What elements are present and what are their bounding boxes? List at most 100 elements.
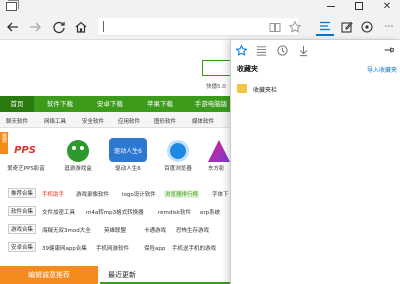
folder-icon [237,84,247,93]
row-link[interactable]: 浏览器排行榜 [164,190,200,198]
web-note-icon [341,21,353,33]
row-link[interactable]: 手机助手 [42,190,64,198]
more-button[interactable]: ⋯ [380,18,398,36]
favorite-button[interactable] [286,18,304,36]
folder-label: 收藏夹栏 [253,87,278,94]
row-link[interactable]: 手机送手机的游戏 [172,244,216,252]
reading-view-button[interactable] [266,18,284,36]
title-bar: ✕ [0,0,400,14]
row-link[interactable]: 手机网游软件 [96,244,129,252]
row-link[interactable]: 海贼无双3mod大全 [42,226,91,234]
nav-home[interactable]: 首页 [0,96,34,112]
home-icon [75,21,87,33]
link-row: 推荐合集 手机助手 游戏录像软件 logo设计软件 浏览器排行榜 字体下 [0,186,232,200]
maximize-button[interactable] [346,0,372,12]
app-label: 驱动人生6 [115,166,141,172]
row-link[interactable]: 游戏录像软件 [76,190,109,198]
link-row: 软件合集 文件加密工具 m4a转mp3格式转换器 remdisk软件 erp系统 [0,204,232,218]
app-dongfang[interactable]: 东方影 [208,140,232,174]
subnav-item[interactable]: 安全软件 [82,117,104,125]
subnav-item[interactable]: 媒体软件 [192,117,214,125]
row-link[interactable]: 39健康网app合集 [42,244,87,252]
douyou-icon [67,140,89,162]
row-link[interactable]: logo设计软件 [122,190,156,198]
import-favorites-link[interactable]: 导入收藏夹 [367,65,397,74]
app-driver-life[interactable]: 驱动人生6 驱动人生6 [106,138,150,174]
close-button[interactable]: ✕ [374,0,400,12]
category-tag[interactable]: 推荐合集 [8,188,37,198]
nav-apple[interactable]: 苹果下载 [136,96,184,112]
row-link[interactable]: 英雄联盟 [104,226,126,234]
row-link[interactable]: 保险app [144,244,165,252]
hub-tab-history[interactable] [274,42,290,58]
row-link[interactable]: 恐怖生存游戏 [176,226,209,234]
refresh-button[interactable] [50,18,68,36]
history-icon [276,44,288,56]
forward-button[interactable] [26,18,44,36]
subnav-item[interactable]: 应用软件 [118,117,140,125]
app-label: 爱奇艺PPS影音 [7,166,45,172]
subnav-item[interactable]: 聊天软件 [6,117,28,125]
more-icon: ⋯ [384,22,394,32]
subnav-item[interactable]: 图形软件 [154,117,176,125]
hub-panel: 收藏夹 导入收藏夹 收藏夹栏 [230,40,400,284]
hub-tab-reading-list[interactable] [253,42,269,58]
favorites-star-icon [288,20,302,33]
web-page: 快播5.0 首页 软件下载 安卓下载 苹果下载 手游电脑版 聊天软件 网络工具 … [0,40,232,284]
home-button[interactable] [72,18,90,36]
app-douyou[interactable]: 逗游游戏盒 [58,140,98,174]
row-link[interactable]: 卡通游戏 [144,226,166,234]
app-pps[interactable]: PPS 爱奇艺PPS影音 [6,140,46,174]
category-tag[interactable]: 游戏合集 [8,224,37,234]
app-label: 百度浏览器 [164,166,192,172]
row-link[interactable]: 文件加密工具 [42,208,75,216]
back-button[interactable] [4,18,22,36]
favorites-bar-folder[interactable]: 收藏夹栏 [235,82,395,96]
pin-button[interactable] [381,42,397,58]
minimize-button[interactable] [318,0,344,12]
subnav-item[interactable]: 网络工具 [44,117,66,125]
editor-picks-title: 编辑诚意推荐 [28,271,70,279]
downloads-icon [299,45,307,56]
tab-thumbnail-icon-back [8,0,19,9]
category-tag[interactable]: 安卓合集 [8,242,37,252]
hub-icon [320,21,330,31]
favorites-star-icon [235,44,247,56]
share-icon [361,21,373,33]
reading-view-icon [269,23,281,32]
nav-mobile-game[interactable]: 手游电脑版 [186,96,232,112]
recent-updates-title: 最近更新 [108,271,136,279]
hub-title: 收藏夹 [237,65,258,73]
app-label: 东方影 [208,166,225,172]
row-link[interactable]: erp系统 [200,208,220,216]
reading-list-icon [256,45,266,56]
back-icon [7,22,18,32]
hub-button[interactable] [316,18,334,36]
nav-software[interactable]: 软件下载 [36,96,84,112]
navigation-bar: ⋯ [0,14,400,40]
sub-nav: 聊天软件 网络工具 安全软件 应用软件 图形软件 媒体软件 [0,112,232,128]
login-text[interactable]: 快播5.0 [206,82,226,90]
row-link[interactable]: remdisk软件 [158,208,191,216]
recent-updates-header[interactable]: 最近更新 [100,266,232,284]
row-link[interactable]: m4a转mp3格式转换器 [86,208,144,216]
editor-picks-header[interactable]: 编辑诚意推荐 [0,266,98,284]
pin-icon [384,47,394,53]
app-label: 逗游游戏盒 [64,166,92,172]
nav-android[interactable]: 安卓下载 [86,96,134,112]
dongfang-icon [208,140,230,162]
category-tag[interactable]: 软件合集 [8,206,37,216]
hub-tab-downloads[interactable] [295,42,311,58]
pps-logo-icon: PPS [14,144,36,156]
web-note-button[interactable] [338,18,356,36]
main-nav: 首页 软件下载 安卓下载 苹果下载 手游电脑版 [0,96,232,112]
search-box[interactable] [202,60,232,76]
row-link[interactable]: 字体下 [212,190,229,198]
hub-tab-favorites[interactable] [233,42,249,58]
link-row: 游戏合集 海贼无双3mod大全 英雄联盟 卡通游戏 恐怖生存游戏 [0,222,232,236]
share-button[interactable] [358,18,376,36]
text-caret [103,21,104,32]
app-baidu-browser[interactable]: 百度浏览器 [158,140,198,174]
browser-window: ✕ ⋯ 快播5.0 首页 软件下载 安卓下载 苹果下载 手游电脑版 聊天软件 网… [0,0,400,284]
driver-life-icon: 驱动人生6 [109,138,147,162]
